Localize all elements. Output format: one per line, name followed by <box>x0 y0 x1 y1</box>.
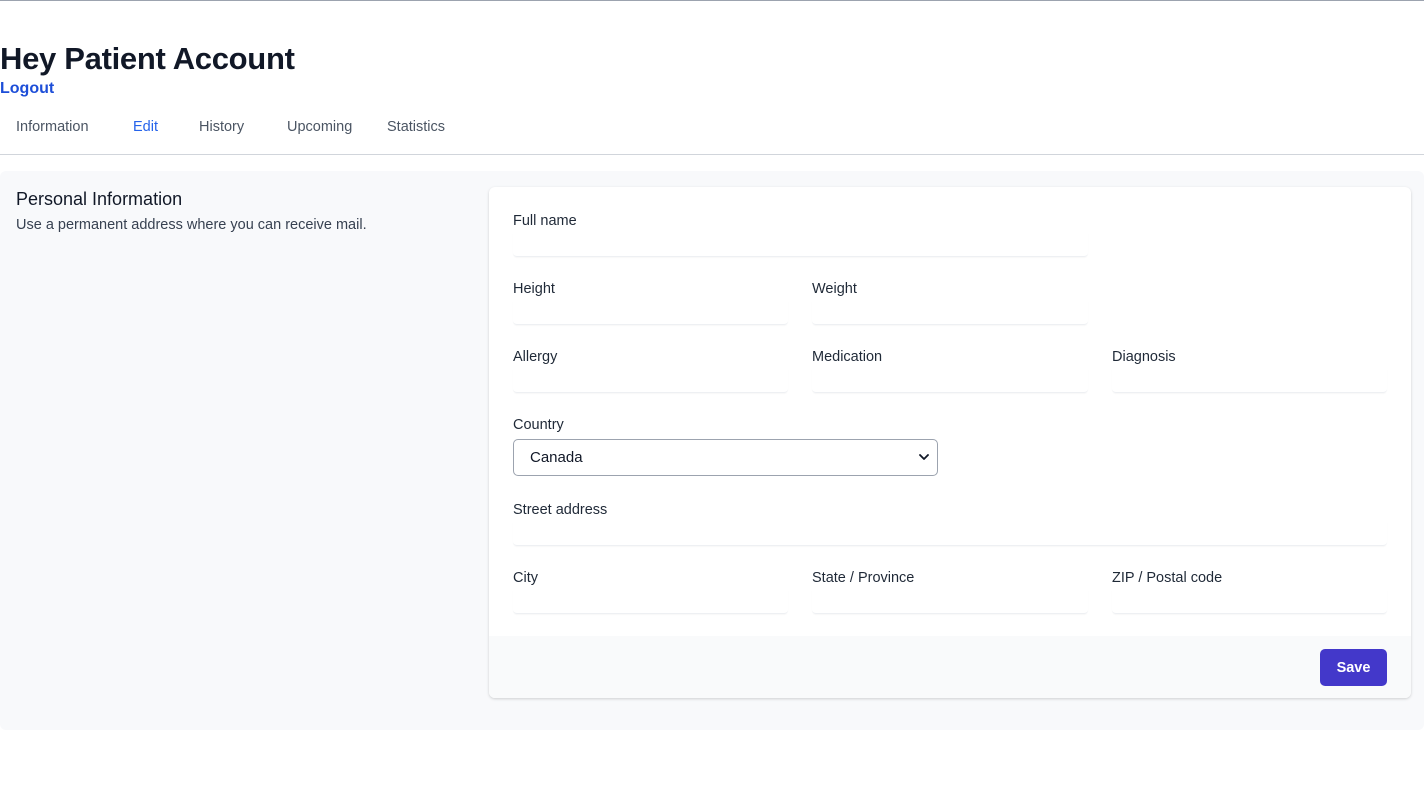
full-name-label: Full name <box>513 213 577 229</box>
tab-statistics[interactable]: Statistics <box>387 108 445 146</box>
city-input[interactable] <box>513 587 788 614</box>
height-input[interactable] <box>513 298 788 325</box>
form-footer: Save <box>489 636 1411 698</box>
city-label: City <box>513 570 538 586</box>
page-title: Hey Patient Account <box>0 41 295 76</box>
tab-information[interactable]: Information <box>16 108 89 146</box>
page-header: Hey Patient Account Logout <box>0 40 295 100</box>
logout-link[interactable]: Logout <box>0 78 295 100</box>
country-label: Country <box>513 417 564 433</box>
allergy-label: Allergy <box>513 349 558 365</box>
diagnosis-label: Diagnosis <box>1112 349 1176 365</box>
zip-code-label: ZIP / Postal code <box>1112 570 1223 586</box>
medication-input[interactable] <box>812 366 1088 393</box>
tab-history[interactable]: History <box>199 108 244 146</box>
street-address-input[interactable] <box>513 519 1387 546</box>
full-name-input[interactable] <box>513 230 1088 257</box>
country-select[interactable]: Canada <box>513 439 938 476</box>
section-description: Use a permanent address where you can re… <box>16 217 367 233</box>
medication-label: Medication <box>812 349 883 365</box>
state-province-label: State / Province <box>812 570 915 586</box>
tab-upcoming[interactable]: Upcoming <box>287 108 352 146</box>
save-button[interactable]: Save <box>1320 649 1387 686</box>
chevron-down-icon <box>919 454 929 460</box>
top-divider <box>0 0 1424 1</box>
height-label: Height <box>513 281 555 297</box>
section-title: Personal Information <box>16 189 183 209</box>
diagnosis-input[interactable] <box>1112 366 1387 393</box>
tab-bar: Information Edit History Upcoming Statis… <box>0 108 1424 155</box>
personal-info-form: Full name Height Weight Allergy Medicati… <box>489 187 1411 698</box>
country-selected-value: Canada <box>530 449 583 466</box>
state-province-input[interactable] <box>812 587 1088 614</box>
zip-code-input[interactable] <box>1112 587 1387 614</box>
weight-input[interactable] <box>812 298 1088 325</box>
tab-edit[interactable]: Edit <box>133 108 158 146</box>
allergy-input[interactable] <box>513 366 788 393</box>
weight-label: Weight <box>812 281 857 297</box>
street-address-label: Street address <box>513 502 608 518</box>
